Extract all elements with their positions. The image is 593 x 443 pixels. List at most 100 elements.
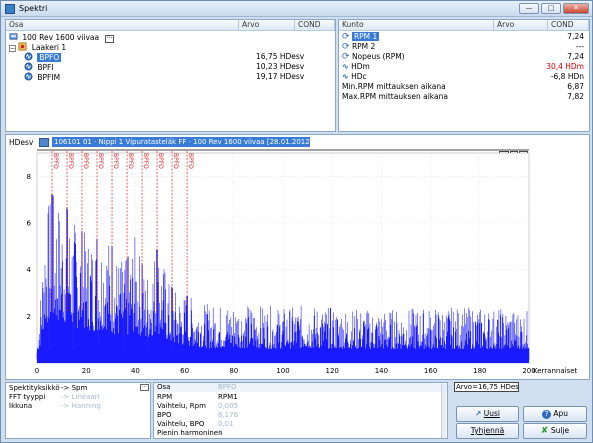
- cond-row-rpm1[interactable]: ⟳ RPM 1 7,24: [342, 32, 587, 42]
- tree-item-value: 16,75 HDesv: [256, 52, 305, 61]
- cond-row-label: RPM 1: [351, 32, 380, 41]
- properties-header-value: BPFO: [218, 383, 237, 391]
- property-label: Vaihtelu, Rpm: [157, 402, 206, 410]
- clear-button[interactable]: Tyhjennä: [456, 423, 519, 439]
- setting-row-unit[interactable]: Spektityksikkö -> Spm ···: [9, 384, 149, 393]
- tree-item-label: BPFI: [37, 63, 54, 72]
- property-row-bpo[interactable]: BPO 6,176: [157, 411, 445, 420]
- properties-header-object: Osa: [157, 383, 171, 391]
- property-value: 6,176: [218, 411, 239, 419]
- clear-button-label: Tyhjennä: [470, 426, 505, 435]
- cond-row-rpm2[interactable]: ⟳ RPM 2 ---: [342, 42, 587, 52]
- tree-item-label: BPFO: [37, 53, 62, 62]
- x-tick-label: 80: [229, 367, 238, 375]
- x-tick-label: 160: [424, 367, 437, 375]
- properties-scrollbar[interactable]: [441, 384, 446, 438]
- cond-row-value: -6,8 HDn: [550, 72, 584, 81]
- spectrum-plot[interactable]: 0 20 40 60 80 100 120 140 160 180 2002468Kerrannai…: [6, 135, 589, 379]
- property-row-rpm[interactable]: RPM RPM1: [157, 393, 445, 402]
- property-label: Pienin harmoninen: [157, 429, 223, 437]
- x-tick-label: 140: [375, 367, 388, 375]
- properties-header: Osa BPFO: [154, 383, 447, 392]
- collapse-icon[interactable]: −: [9, 45, 16, 52]
- help-button[interactable]: ? Apu: [523, 406, 587, 422]
- x-tick-label: 120: [326, 367, 339, 375]
- tree-item-bpfi[interactable]: BPFI 10,23 HDesv: [24, 62, 334, 72]
- more-icon[interactable]: ···: [140, 384, 149, 391]
- more-icon[interactable]: ···: [104, 35, 115, 43]
- bpfo-marker-label: BPFO: [82, 153, 89, 169]
- tree-item-bearing[interactable]: − Laakeri 1: [9, 42, 66, 52]
- setting-label: FFT tyyppi: [9, 393, 46, 401]
- cond-row-max-rpm[interactable]: Max.RPM mittauksen aikana 7,82: [342, 92, 587, 102]
- cond-row-label: RPM 2: [351, 42, 376, 51]
- spectrum-window: Spektri — □ ✕ Osa Arvo COND 100 Rev 1600…: [0, 0, 593, 443]
- cond-row-hdc[interactable]: ∿ HDc -6,8 HDn: [342, 72, 587, 82]
- setting-value: -> Hanning: [61, 402, 101, 410]
- cond-row-label: Max.RPM mittauksen aikana: [342, 92, 448, 101]
- frequency-icon: [24, 72, 33, 81]
- property-value: 0,005: [218, 402, 239, 410]
- cond-row-speed[interactable]: ⟳ Nopeus (RPM) 7,24: [342, 52, 587, 62]
- property-row-bpo-variation[interactable]: Vaihtelu, BPO 0,01: [157, 420, 445, 429]
- cond-row-value: 7,82: [567, 92, 584, 101]
- frequency-icon: [24, 52, 33, 61]
- close-dialog-label: Sulje: [550, 426, 570, 435]
- x-tick-label: 180: [473, 367, 486, 375]
- cond-header-cond[interactable]: COND: [548, 20, 589, 31]
- cond-header-object[interactable]: Kunto: [339, 20, 494, 31]
- new-button[interactable]: ↗ Uusi: [456, 406, 519, 422]
- window-title: Spektri: [19, 4, 48, 13]
- tree-header-object[interactable]: Osa: [6, 20, 239, 31]
- property-label: Vaihtelu, BPO: [157, 420, 205, 428]
- bpfo-marker-label: BPFO: [112, 153, 119, 169]
- refresh-icon: ⟳: [342, 42, 350, 52]
- setting-row-fft-type[interactable]: FFT tyyppi -> Lineaari: [9, 393, 147, 402]
- property-value: 1: [218, 429, 223, 437]
- tree-item-route[interactable]: 100 Rev 1600 viivaa ···: [9, 32, 115, 43]
- fft-settings-panel: Spektityksikkö -> Spm ··· FFT tyyppi -> …: [5, 382, 151, 439]
- tree-header-value[interactable]: Arvo: [239, 20, 295, 31]
- setting-row-window[interactable]: Ikkuna -> Hanning: [9, 402, 147, 411]
- cond-row-value: 7,24: [567, 32, 584, 41]
- tree-item-label: Laakeri 1: [31, 43, 67, 52]
- property-row-min-harmonic[interactable]: Pienin harmoninen 1: [157, 429, 445, 438]
- property-value: 0,01: [218, 420, 234, 428]
- cond-row-value: 30,4 HDm: [546, 62, 584, 71]
- tree-item-bpfo[interactable]: BPFO 16,75 HDesv: [24, 52, 334, 62]
- route-icon: [9, 33, 18, 40]
- x-tick-label: 40: [131, 367, 140, 375]
- refresh-icon: ⟳: [342, 52, 350, 62]
- tree-header-cond[interactable]: COND: [295, 20, 335, 31]
- property-label: RPM: [157, 393, 173, 401]
- cond-row-label: Min.RPM mittauksen aikana: [342, 82, 446, 91]
- close-x-icon: ✘: [540, 426, 549, 436]
- cond-row-min-rpm[interactable]: Min.RPM mittauksen aikana 6,87: [342, 82, 587, 92]
- cond-header-value[interactable]: Arvo: [494, 20, 548, 31]
- cond-row-label: HDc: [351, 72, 367, 81]
- property-row-rpm-variation[interactable]: Vaihtelu, Rpm 0,005: [157, 402, 445, 411]
- cond-row-hdm[interactable]: ∿ HDm 30,4 HDm: [342, 62, 587, 72]
- help-button-label: Apu: [553, 409, 569, 418]
- minimize-button[interactable]: —: [519, 3, 539, 14]
- cond-row-value: 7,24: [567, 52, 584, 61]
- property-label: BPO: [157, 411, 172, 419]
- bpfo-marker-label: BPFO: [172, 153, 179, 169]
- tree-item-label: 100 Rev 1600 viivaa: [22, 33, 100, 42]
- tree-item-bpfim[interactable]: BPFIM 19,17 HDesv: [24, 72, 334, 82]
- bearing-icon: [18, 42, 27, 51]
- cond-row-value: 6,87: [567, 82, 584, 91]
- title-bar: Spektri — □ ✕: [1, 1, 592, 17]
- properties-panel: Osa BPFO RPM RPM1 Vaihtelu, Rpm 0,005 BP…: [153, 382, 448, 439]
- app-icon: [5, 4, 15, 14]
- close-button[interactable]: ✕: [563, 3, 589, 14]
- property-value: RPM1: [218, 393, 238, 401]
- bpfo-marker-label: BPFO: [187, 153, 194, 169]
- maximize-button[interactable]: □: [541, 3, 561, 14]
- bpfo-marker-label: BPFO: [127, 153, 134, 169]
- tree-item-value: 19,17 HDesv: [256, 72, 305, 81]
- bpfo-marker-label: BPFO: [97, 153, 104, 169]
- cond-row-label: Nopeus (RPM): [351, 52, 405, 61]
- y-tick-label: 8: [27, 173, 31, 181]
- close-dialog-button[interactable]: ✘ Sulje: [523, 423, 587, 439]
